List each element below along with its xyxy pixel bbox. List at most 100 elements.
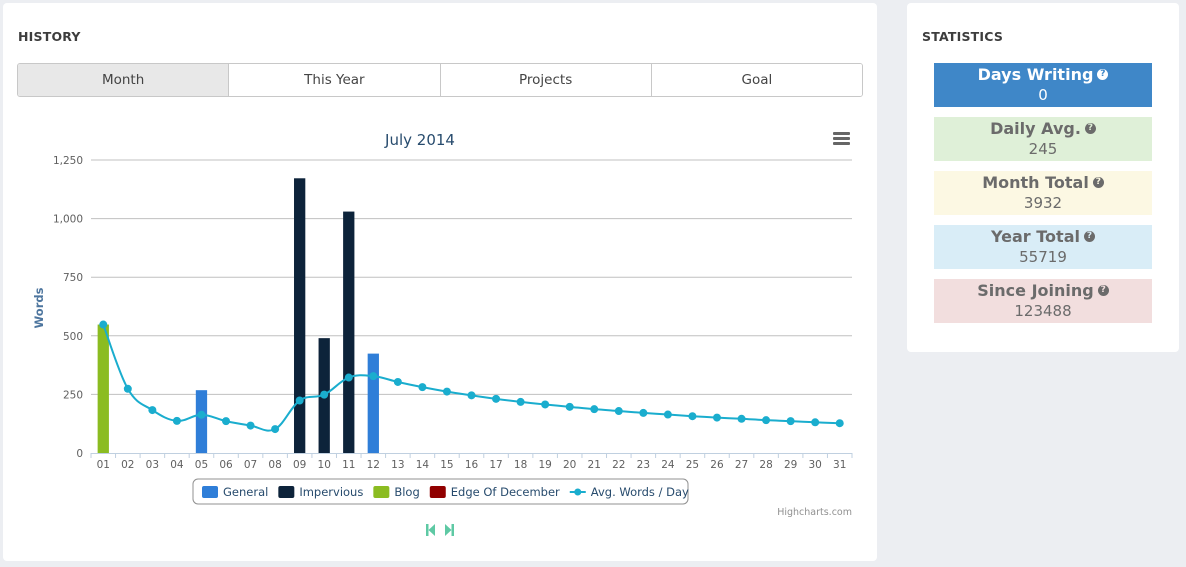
x-tick-label: 20 (563, 459, 576, 471)
avg-point-06[interactable] (222, 417, 231, 426)
avg-point-05[interactable] (197, 410, 206, 419)
tab-goal[interactable]: Goal (650, 64, 862, 96)
x-tick-label: 03 (146, 459, 159, 471)
x-tick-label: 31 (833, 459, 846, 471)
tab-projects[interactable]: Projects (439, 64, 651, 96)
stat-label: Month Total? (934, 171, 1152, 193)
avg-point-11[interactable] (344, 373, 353, 382)
x-tick-label: 30 (808, 459, 821, 471)
avg-point-22[interactable] (614, 407, 623, 416)
highcharts-credit[interactable]: Highcharts.com (777, 507, 852, 518)
avg-point-17[interactable] (492, 394, 501, 403)
skip-previous-icon[interactable] (426, 524, 435, 536)
stat-since-joining: Since Joining? 123488 (934, 279, 1152, 323)
avg-point-04[interactable] (172, 416, 181, 425)
x-tick-label: 18 (514, 459, 527, 471)
legend-swatch (373, 486, 390, 498)
avg-point-25[interactable] (688, 412, 697, 421)
stat-label: Year Total? (934, 225, 1152, 247)
chart-legend: General Impervious Blog Edge Of December Avg… (192, 478, 689, 505)
legend-item-blog[interactable]: Blog (373, 485, 420, 499)
bar-blog-01[interactable] (97, 324, 109, 453)
stat-month-total: Month Total? 3932 (934, 171, 1152, 215)
y-tick-label: 500 (63, 331, 83, 343)
history-panel: HISTORY Month This Year Projects Goal 01… (3, 3, 877, 561)
y-tick-label: 0 (76, 448, 83, 460)
bar-impervious-09[interactable] (294, 178, 306, 453)
x-tick-label: 29 (784, 459, 797, 471)
legend-label: Edge Of December (451, 485, 560, 499)
skip-next-icon[interactable] (445, 524, 454, 536)
avg-point-24[interactable] (663, 410, 672, 419)
tab-this-year[interactable]: This Year (228, 64, 440, 96)
statistics-panel: STATISTICS Days Writing? 0 Daily Avg.? 245 M… (907, 3, 1179, 352)
avg-point-13[interactable] (393, 377, 402, 386)
help-icon[interactable]: ? (1097, 69, 1109, 80)
help-icon[interactable]: ? (1092, 177, 1104, 188)
help-icon[interactable]: ? (1083, 231, 1095, 242)
avg-point-29[interactable] (786, 417, 795, 426)
legend-swatch (202, 486, 218, 498)
x-tick-label: 27 (735, 459, 748, 471)
avg-point-16[interactable] (467, 391, 476, 400)
bar-impervious-11[interactable] (343, 211, 355, 453)
avg-point-19[interactable] (541, 400, 550, 409)
x-tick-label: 11 (342, 459, 355, 471)
stat-daily-avg: Daily Avg.? 245 (934, 117, 1152, 161)
avg-words-line (102, 324, 840, 432)
avg-point-18[interactable] (516, 397, 525, 406)
avg-point-08[interactable] (271, 425, 280, 434)
x-tick-label: 16 (465, 459, 479, 471)
stat-label-text: Year Total (991, 227, 1080, 246)
help-icon[interactable]: ? (1084, 123, 1096, 134)
legend-item-general[interactable]: General (202, 485, 268, 499)
avg-point-09[interactable] (295, 396, 304, 405)
avg-point-28[interactable] (762, 416, 771, 425)
avg-point-12[interactable] (369, 372, 378, 381)
stat-year-total: Year Total? 55719 (934, 225, 1152, 269)
x-tick-label: 19 (538, 459, 551, 471)
x-tick-label: 07 (244, 459, 257, 471)
avg-point-31[interactable] (835, 419, 844, 428)
avg-point-21[interactable] (590, 405, 599, 414)
avg-point-30[interactable] (811, 418, 820, 427)
x-tick-label: 08 (268, 459, 281, 471)
avg-point-03[interactable] (148, 406, 157, 415)
avg-point-01[interactable] (99, 320, 108, 329)
y-tick-label: 750 (63, 272, 83, 284)
stat-value: 123488 (1014, 302, 1072, 320)
avg-point-26[interactable] (712, 413, 721, 422)
hamburger-menu-icon[interactable] (833, 132, 850, 145)
stat-days-writing: Days Writing? 0 (934, 63, 1152, 107)
y-tick-label: 1,250 (53, 155, 83, 167)
avg-point-20[interactable] (565, 402, 574, 411)
x-tick-label: 05 (195, 459, 208, 471)
x-tick-label: 10 (318, 459, 331, 471)
stat-value: 55719 (1019, 248, 1067, 266)
legend-label: Impervious (299, 485, 363, 499)
avg-point-07[interactable] (246, 421, 255, 430)
bar-general-12[interactable] (367, 353, 379, 453)
bar-general-05[interactable] (195, 390, 208, 453)
legend-marker (574, 488, 582, 496)
avg-point-27[interactable] (737, 414, 746, 423)
legend-item-impervious[interactable]: Impervious (278, 485, 363, 499)
x-tick-label: 17 (489, 459, 502, 471)
x-tick-label: 15 (440, 459, 453, 471)
help-icon[interactable]: ? (1097, 285, 1109, 296)
legend-label: Blog (394, 485, 419, 499)
legend-swatch (429, 486, 446, 498)
tab-month[interactable]: Month (18, 64, 229, 96)
avg-point-23[interactable] (639, 408, 648, 417)
y-tick-label: 250 (63, 389, 83, 401)
avg-point-14[interactable] (418, 383, 427, 392)
legend-swatch (278, 486, 295, 498)
stat-label: Days Writing? (934, 63, 1152, 85)
x-tick-label: 09 (293, 459, 306, 471)
avg-point-10[interactable] (320, 390, 329, 399)
avg-point-15[interactable] (442, 387, 451, 396)
x-tick-label: 23 (637, 459, 650, 471)
legend-label: Avg. Words / Day (591, 485, 689, 499)
avg-point-02[interactable] (123, 384, 132, 393)
stat-value: 245 (1028, 140, 1058, 158)
